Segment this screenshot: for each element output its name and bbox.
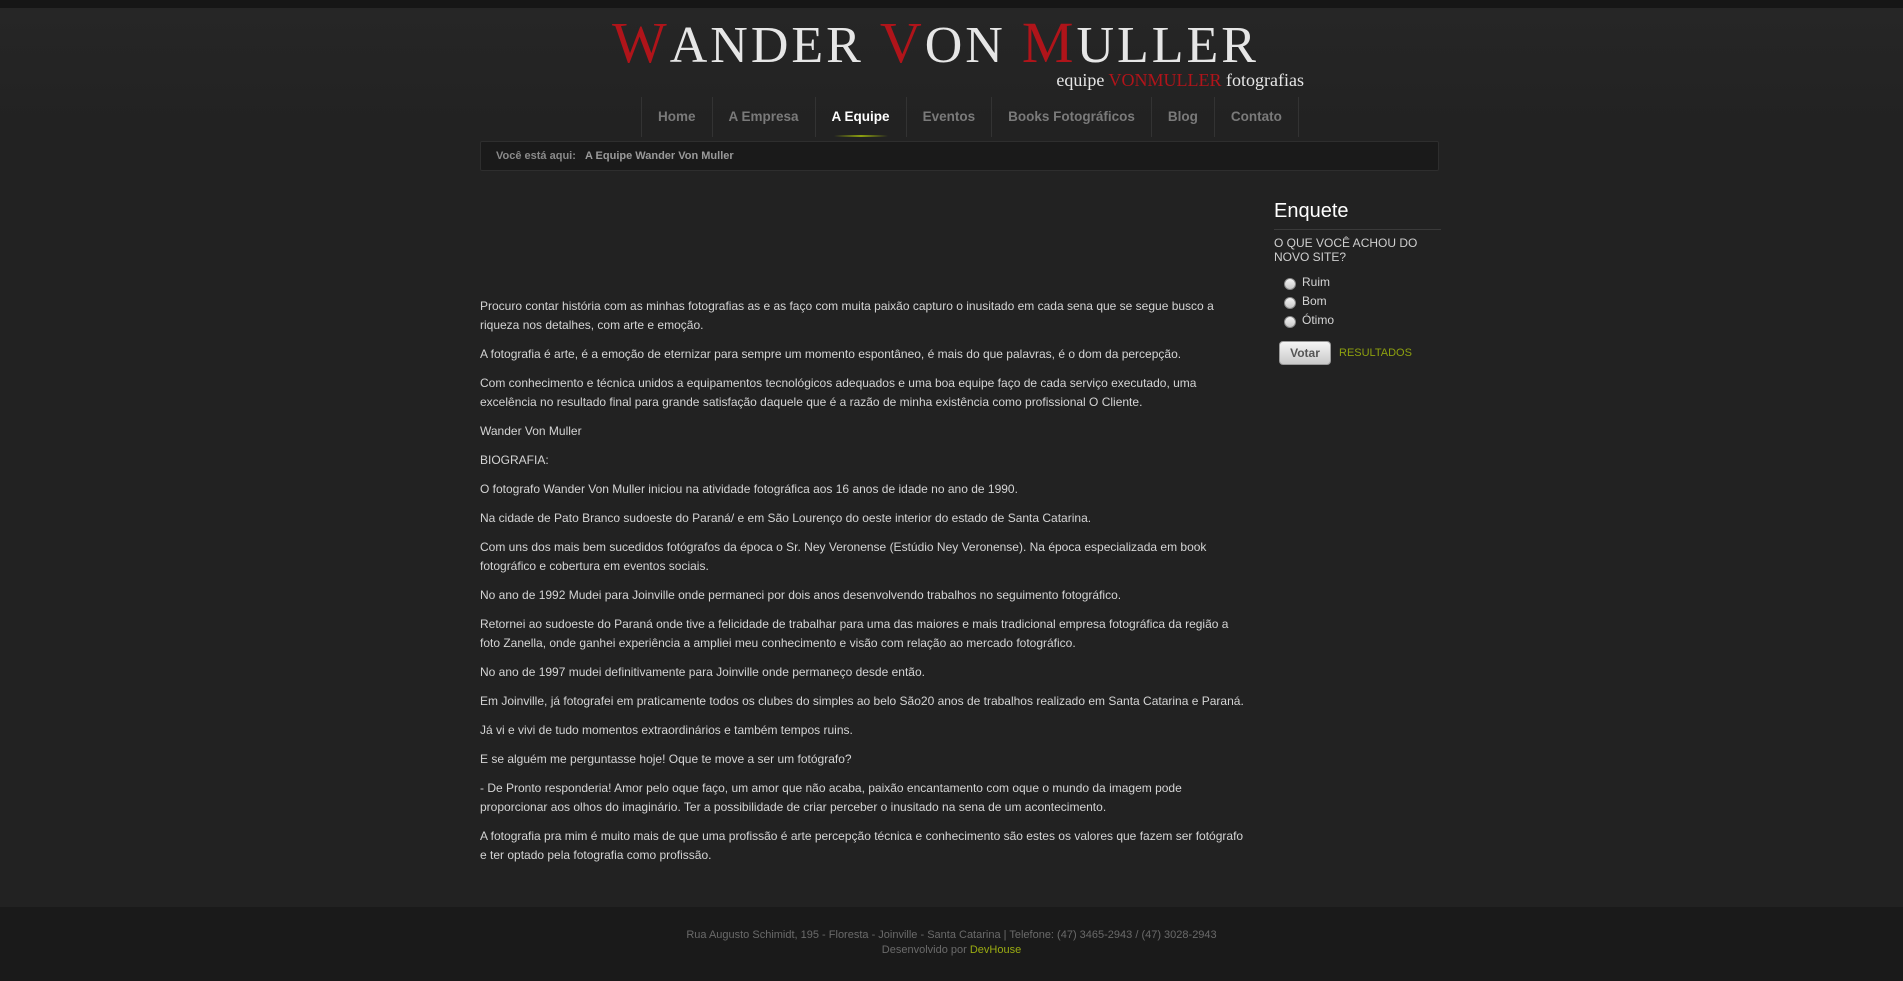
top-strip xyxy=(0,0,1903,8)
footer-address: Rua Augusto Schimidt, 195 - Floresta - J… xyxy=(686,929,1217,941)
logo-subtitle-suffix: fotografias xyxy=(1221,70,1304,90)
breadcrumb-prefix: Você está aqui: xyxy=(496,150,576,162)
logo-letter-v: V xyxy=(879,10,925,75)
article-paragraph: Em Joinville, já fotografei em praticame… xyxy=(480,694,1244,708)
poll-option-label: Bom xyxy=(1302,293,1327,308)
article-paragraph: - De Pronto responderia! Amor pelo oque … xyxy=(480,781,1182,814)
logo-word-uller: ULLER xyxy=(1076,17,1259,74)
article-paragraph: Com conhecimento e técnica unidos a equi… xyxy=(480,376,1197,409)
radio-button[interactable] xyxy=(1284,277,1296,290)
nav-item-contato[interactable]: Contato xyxy=(1215,97,1298,137)
site-header: WANDER VON MULLER equipe VONMULLER fotog… xyxy=(0,8,1903,137)
article-paragraph: No ano de 1997 mudei definitivamente par… xyxy=(480,665,925,679)
poll-option-ruim[interactable]: Ruim xyxy=(1284,272,1441,291)
logo-letter-w: W xyxy=(612,10,670,75)
poll-option-bom[interactable]: Bom xyxy=(1284,291,1441,310)
poll-option-label: Ótimo xyxy=(1302,312,1335,327)
footer-dev-prefix: Desenvolvido por xyxy=(881,944,970,956)
logo-title: WANDER VON MULLER xyxy=(612,14,1259,75)
sidebar: Enquete O QUE VOCÊ ACHOU DO NOVO SITE? R… xyxy=(1274,200,1441,365)
article-paragraph: BIOGRAFIA: xyxy=(480,453,549,467)
site-footer: Rua Augusto Schimidt, 195 - Floresta - J… xyxy=(0,907,1903,981)
nav-item-a-equipe[interactable]: A Equipe xyxy=(816,97,907,137)
nav-item-a-empresa[interactable]: A Empresa xyxy=(713,97,816,137)
article-paragraph: Na cidade de Pato Branco sudoeste do Par… xyxy=(480,511,1092,525)
logo-word-ander: ANDER xyxy=(669,17,880,74)
logo-word-on: ON xyxy=(924,17,1022,74)
article-paragraph: No ano de 1992 Mudei para Joinville onde… xyxy=(480,588,1122,602)
breadcrumb-current: A Equipe Wander Von Muller xyxy=(584,150,734,162)
poll-option-label: Ruim xyxy=(1302,274,1331,289)
vote-button[interactable]: Votar xyxy=(1279,341,1331,365)
article-paragraph: Já vi e vivi de tudo momentos extraordin… xyxy=(480,723,853,737)
footer-credits: Desenvolvido por DevHouse xyxy=(0,944,1903,956)
article-paragraph: E se alguém me perguntasse hoje! Oque te… xyxy=(480,752,852,766)
article-content: Procuro contar história com as minhas fo… xyxy=(480,297,1245,875)
article-paragraph: Com uns dos mais bem sucedidos fotógrafo… xyxy=(480,540,1207,573)
radio-button[interactable] xyxy=(1284,315,1296,328)
radio-button[interactable] xyxy=(1284,296,1296,309)
article-paragraph: A fotografia é arte, é a emoção de etern… xyxy=(480,347,1182,361)
logo-subtitle-brand: VONMULLER xyxy=(1108,70,1222,90)
nav-item-books-fotograficos[interactable]: Books Fotográficos xyxy=(992,97,1152,137)
nav-item-blog[interactable]: Blog xyxy=(1152,97,1215,137)
site-logo[interactable]: WANDER VON MULLER equipe VONMULLER fotog… xyxy=(612,14,1312,94)
article-paragraph: O fotografo Wander Von Muller iniciou na… xyxy=(480,482,1018,496)
poll-question: O QUE VOCÊ ACHOU DO NOVO SITE? xyxy=(1274,236,1418,264)
poll-option-otimo[interactable]: Ótimo xyxy=(1284,310,1441,329)
breadcrumb: Você está aqui: A Equipe Wander Von Mull… xyxy=(480,141,1439,171)
poll-options: Ruim Bom Ótimo xyxy=(1274,272,1441,329)
poll-title: Enquete xyxy=(1274,200,1441,230)
poll-actions: Votar RESULTADOS xyxy=(1274,341,1441,365)
article-paragraph: Procuro contar história com as minhas fo… xyxy=(480,299,1214,332)
article-paragraph: A fotografia pra mim é muito mais de que… xyxy=(480,829,1244,862)
results-link[interactable]: RESULTADOS xyxy=(1339,347,1412,359)
article-paragraph: Wander Von Muller xyxy=(480,424,582,438)
logo-subtitle-prefix: equipe xyxy=(1056,70,1109,90)
logo-letter-m: M xyxy=(1021,10,1077,75)
logo-subtitle: equipe VONMULLER fotografias xyxy=(1056,70,1304,91)
article-paragraph: Retornei ao sudoeste do Paraná onde tive… xyxy=(480,617,1229,650)
nav-item-eventos[interactable]: Eventos xyxy=(907,97,993,137)
main-nav: Home A Empresa A Equipe Eventos Books Fo… xyxy=(641,97,1299,137)
developer-link[interactable]: DevHouse xyxy=(970,944,1021,956)
nav-item-home[interactable]: Home xyxy=(642,97,713,137)
